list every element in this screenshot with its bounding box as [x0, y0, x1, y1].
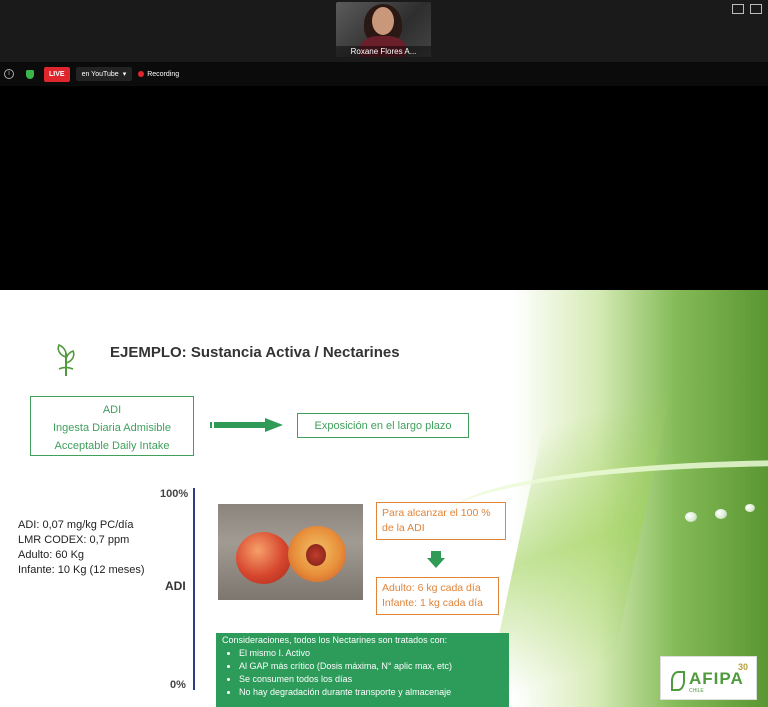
participant-name: Roxane Flores A...	[336, 46, 431, 57]
fact-line: LMR CODEX: 0,7 ppm	[18, 534, 130, 546]
window-controls	[732, 4, 762, 14]
chevron-down-icon: ▾	[122, 71, 127, 78]
adi-definition-box: ADI Ingesta Diaria Admisible Acceptable …	[30, 396, 194, 456]
axis-top-label: 100%	[160, 488, 189, 500]
right-arrow-icon	[265, 418, 283, 432]
target-line: de la ADI	[382, 522, 425, 534]
info-icon[interactable]: i	[4, 69, 14, 79]
participant-video-thumbnail[interactable]: Roxane Flores A...	[336, 2, 431, 57]
list-item: Se consumen todos los días	[239, 673, 503, 686]
axis-adi-label: ADI	[165, 579, 186, 593]
adi-axis	[193, 488, 195, 690]
fact-line: Adulto: 60 Kg	[18, 549, 85, 561]
target-box: Para alcanzar el 100 % de la ADI	[376, 502, 506, 540]
arrow-shaft	[214, 422, 268, 428]
axis-bottom-label: 0%	[170, 679, 186, 691]
afipa-anniversary: 30	[738, 662, 749, 672]
fullscreen-icon[interactable]	[750, 4, 762, 14]
consumption-line: Infante: 1 kg cada día	[382, 597, 483, 609]
live-on-youtube-button[interactable]: en YouTube ▾	[75, 67, 133, 81]
leaf-logo-icon	[57, 343, 75, 376]
meeting-top-bar: Roxane Flores A...	[0, 0, 768, 62]
water-drop	[745, 504, 755, 512]
recording-label: Recording	[147, 70, 180, 78]
daily-consumption-box: Adulto: 6 kg cada día Infante: 1 kg cada…	[376, 577, 499, 615]
live-badge: LIVE	[44, 66, 70, 82]
list-item: El mismo I. Activo	[239, 647, 503, 660]
afipa-logo: AFIPA CHILE 30	[660, 656, 757, 700]
nectarines-photo	[218, 504, 363, 600]
afipa-word: AFIPA	[689, 669, 744, 688]
water-drop	[715, 509, 727, 519]
slide-title: EJEMPLO: Sustancia Activa / Nectarines	[110, 344, 400, 361]
afipa-leaf-icon	[671, 671, 685, 691]
target-line: Para alcanzar el 100 %	[382, 507, 491, 519]
facts-list: ADI: 0,07 mg/kg PC/día LMR CODEX: 0,7 pp…	[18, 518, 145, 578]
adi-line: Acceptable Daily Intake	[54, 440, 170, 452]
considerations-box: Consideraciones, todos los Nectarines so…	[216, 633, 509, 707]
consumption-line: Adulto: 6 kg cada día	[382, 582, 481, 594]
water-drop	[685, 512, 697, 522]
fact-line: Infante: 10 Kg (12 meses)	[18, 564, 145, 576]
exposure-box: Exposición en el largo plazo	[297, 413, 469, 438]
adi-line: Ingesta Diaria Admisible	[52, 422, 171, 434]
meeting-status-bar: i LIVE en YouTube ▾ Recording	[0, 62, 768, 86]
adi-line: ADI	[102, 404, 122, 416]
shield-icon[interactable]	[26, 69, 34, 79]
recording-indicator[interactable]: Recording	[138, 71, 179, 78]
list-item: No hay degradación durante transporte y …	[239, 686, 503, 699]
afipa-sub: CHILE	[689, 688, 704, 694]
fact-line: ADI: 0,07 mg/kg PC/día	[18, 519, 134, 531]
down-arrow-icon	[427, 558, 445, 568]
record-dot-icon	[138, 71, 145, 77]
view-toggle-icon[interactable]	[732, 4, 744, 14]
youtube-label: en YouTube	[81, 70, 119, 78]
considerations-heading: Consideraciones, todos los Nectarines so…	[222, 635, 448, 645]
list-item: Al GAP más crítico (Dosis máxima, N° apl…	[239, 660, 503, 673]
